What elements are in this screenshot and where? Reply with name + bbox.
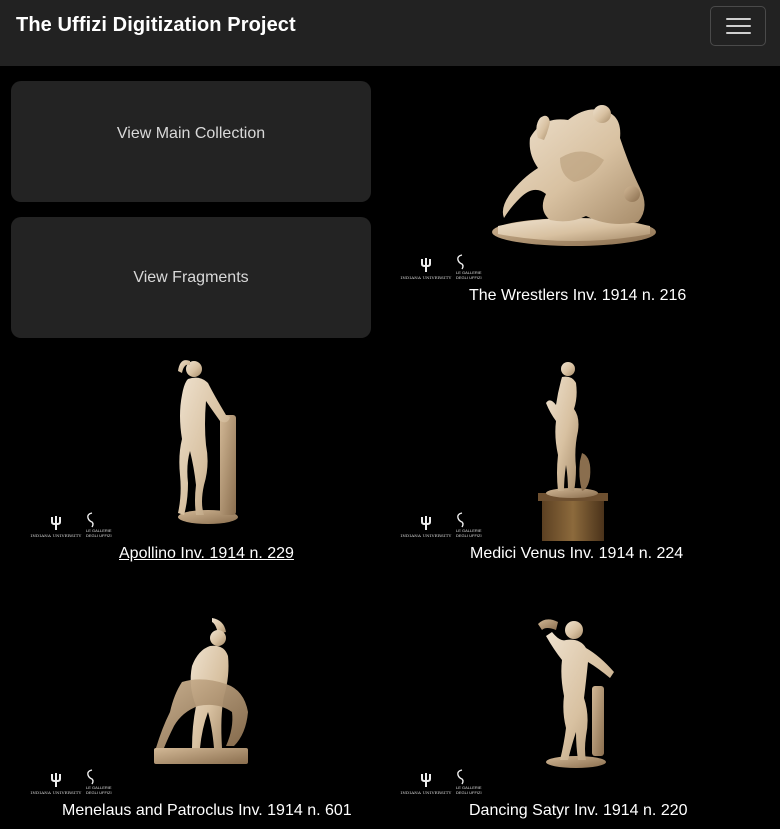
indiana-university-trident-icon xyxy=(421,258,431,272)
menelaus-patroclus-sculpture-image[interactable] xyxy=(152,616,252,768)
brand-title[interactable]: The Uffizi Digitization Project xyxy=(16,14,296,37)
sculpture-caption[interactable]: Dancing Satyr Inv. 1914 n. 220 xyxy=(469,802,688,820)
partner-logos: INDIANA UNIVERSITY LE GALLERIE DEGLI UFFI… xyxy=(401,769,482,795)
indiana-university-trident-icon xyxy=(421,773,431,787)
dancing-satyr-sculpture-image[interactable] xyxy=(536,616,620,770)
partner-logos: INDIANA UNIVERSITY LE GALLERIE DEGLI UFFI… xyxy=(401,512,482,538)
view-fragments-button[interactable]: View Fragments xyxy=(11,217,371,338)
uffizi-galleries-logo-icon xyxy=(457,769,464,785)
partner-logos: INDIANA UNIVERSITY LE GALLERIE DEGLI UFFI… xyxy=(31,512,112,538)
sculpture-caption[interactable]: Menelaus and Patroclus Inv. 1914 n. 601 xyxy=(62,802,352,820)
menu-toggle-button[interactable] xyxy=(710,6,766,46)
sculpture-caption[interactable]: Medici Venus Inv. 1914 n. 224 xyxy=(470,545,683,563)
wrestlers-sculpture-image[interactable] xyxy=(490,98,658,250)
partner-logos: INDIANA UNIVERSITY LE GALLERIE DEGLI UFFI… xyxy=(31,769,112,795)
view-main-collection-button[interactable]: View Main Collection xyxy=(11,81,371,202)
indiana-university-trident-icon xyxy=(51,773,61,787)
uffizi-galleries-logo-icon xyxy=(457,254,464,270)
partner-logos: INDIANA UNIVERSITY LE GALLERIE DEGLI UFFI… xyxy=(401,254,482,280)
navbar: The Uffizi Digitization Project xyxy=(0,0,780,66)
indiana-university-trident-icon xyxy=(51,516,61,530)
apollino-sculpture-image[interactable] xyxy=(170,355,250,527)
uffizi-galleries-logo-icon xyxy=(457,512,464,528)
hamburger-icon xyxy=(726,18,751,35)
medici-venus-sculpture-image[interactable] xyxy=(538,357,608,541)
sculpture-caption[interactable]: The Wrestlers Inv. 1914 n. 216 xyxy=(469,287,686,305)
uffizi-galleries-logo-icon xyxy=(87,512,94,528)
uffizi-galleries-logo-icon xyxy=(87,769,94,785)
indiana-university-trident-icon xyxy=(421,516,431,530)
sculpture-caption[interactable]: Apollino Inv. 1914 n. 229 xyxy=(119,545,294,563)
